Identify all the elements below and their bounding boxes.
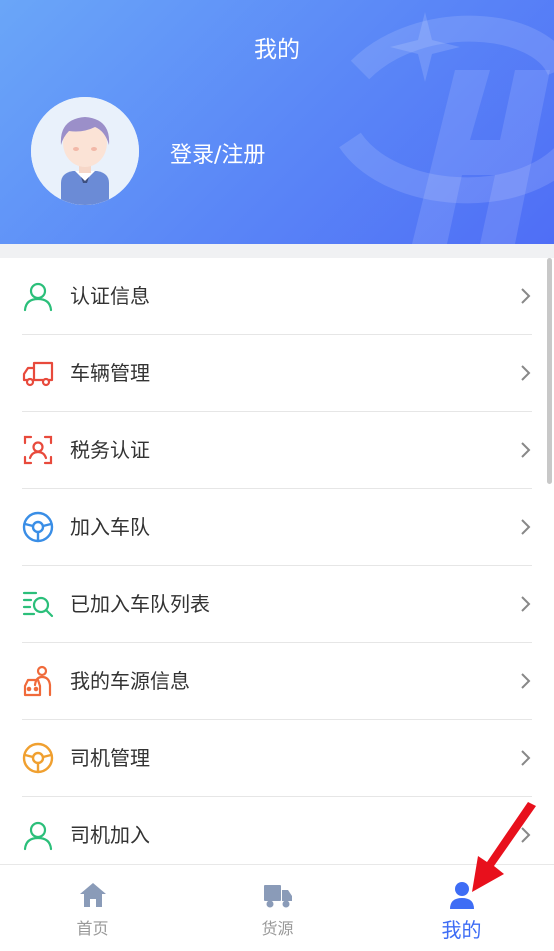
chevron-right-icon xyxy=(521,519,531,535)
steering-wheel-icon xyxy=(22,511,54,543)
menu-item-label: 我的车源信息 xyxy=(70,669,190,693)
menu-item-label: 司机管理 xyxy=(70,746,150,770)
login-register-link[interactable]: 登录/注册 xyxy=(170,137,265,169)
tab-cargo-source[interactable]: 货源 xyxy=(185,865,370,951)
menu-item-label: 税务认证 xyxy=(70,438,150,462)
menu-item-label: 认证信息 xyxy=(70,284,150,308)
tab-label: 首页 xyxy=(76,919,109,938)
home-icon xyxy=(79,883,106,907)
list-search-icon xyxy=(22,591,54,618)
menu-item-label: 加入车队 xyxy=(70,515,150,539)
truck-icon xyxy=(22,361,54,387)
page-title: 我的 xyxy=(254,37,300,63)
tab-label: 我的 xyxy=(441,918,482,942)
menu-item-label: 车辆管理 xyxy=(70,361,150,385)
chevron-right-icon xyxy=(521,365,531,381)
user-outline-icon xyxy=(23,282,53,312)
annotation-arrow-icon xyxy=(472,802,536,892)
avatar-illustration-icon xyxy=(31,97,139,205)
driver-car-icon xyxy=(23,665,52,697)
face-scan-icon xyxy=(23,435,53,465)
chevron-right-icon xyxy=(521,596,531,612)
steering-wheel-icon xyxy=(22,742,54,774)
avatar[interactable] xyxy=(31,97,139,205)
menu-item-joined-fleet-list[interactable]: 已加入车队列表 xyxy=(0,566,554,643)
truck-icon xyxy=(263,885,292,908)
menu-item-vehicle-management[interactable]: 车辆管理 xyxy=(0,335,554,412)
user-outline-icon xyxy=(23,821,53,851)
scrollbar[interactable] xyxy=(547,258,552,484)
chevron-right-icon xyxy=(521,288,531,304)
menu-list: 认证信息 车辆管理 税务认证 加入车队 已加入车队列表 我的车源信息 司机管理 … xyxy=(0,258,554,864)
menu-item-certification[interactable]: 认证信息 xyxy=(0,258,554,335)
menu-item-label: 已加入车队列表 xyxy=(70,592,210,616)
chevron-right-icon xyxy=(521,673,531,689)
chevron-right-icon xyxy=(521,442,531,458)
chevron-right-icon xyxy=(521,750,531,766)
menu-item-driver-management[interactable]: 司机管理 xyxy=(0,720,554,797)
profile-header: 我的 登录/注册 xyxy=(0,0,554,244)
menu-item-join-fleet[interactable]: 加入车队 xyxy=(0,489,554,566)
menu-item-tax-certification[interactable]: 税务认证 xyxy=(0,412,554,489)
tab-home[interactable]: 首页 xyxy=(0,865,185,951)
menu-item-my-vehicle-source[interactable]: 我的车源信息 xyxy=(0,643,554,720)
tab-label: 货源 xyxy=(261,919,294,938)
menu-item-label: 司机加入 xyxy=(70,823,150,847)
